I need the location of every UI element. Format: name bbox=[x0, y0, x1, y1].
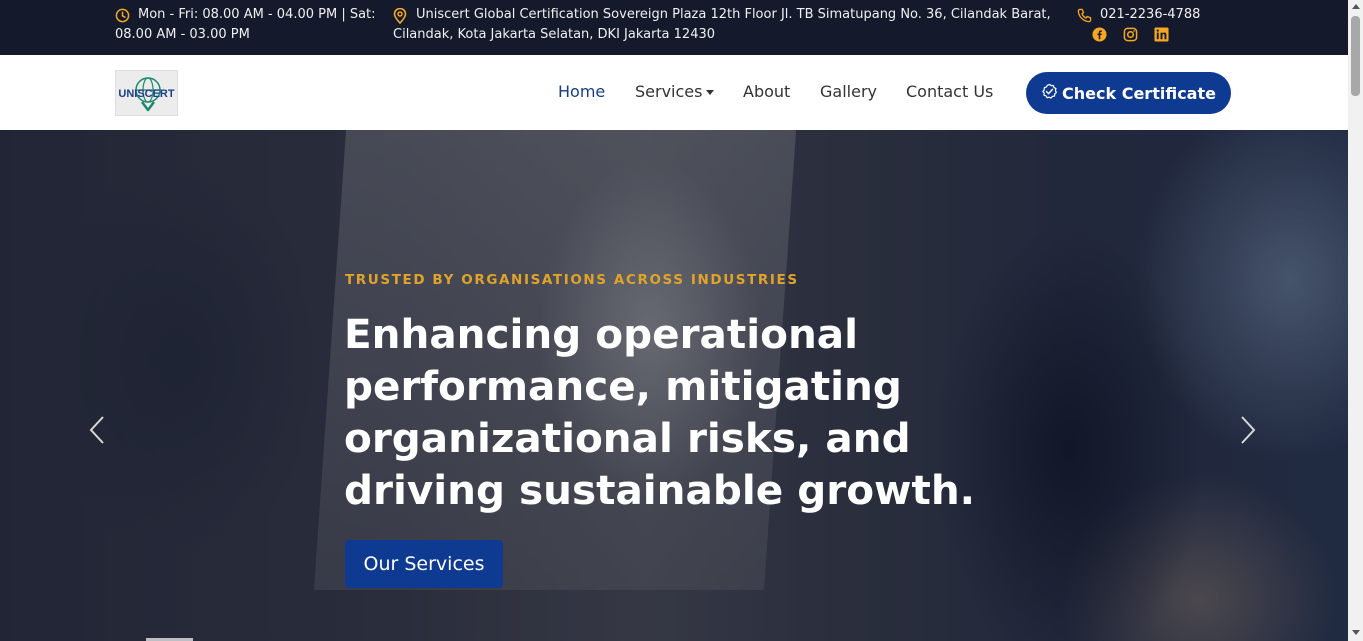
hero-eyebrow: TRUSTED BY ORGANISATIONS ACROSS INDUSTRI… bbox=[345, 272, 799, 288]
page-scrollbar[interactable] bbox=[1348, 0, 1363, 641]
map-pin-icon bbox=[393, 7, 407, 31]
scroll-thumb[interactable] bbox=[1351, 16, 1360, 96]
scroll-down-icon[interactable] bbox=[1352, 630, 1360, 635]
hero-carousel: TRUSTED BY ORGANISATIONS ACROSS INDUSTRI… bbox=[0, 130, 1348, 641]
business-hours: Mon - Fri: 08.00 AM - 04.00 PM | Sat: 08… bbox=[115, 5, 385, 45]
main-navbar: UNISCERT Home Services About Gallery Con… bbox=[0, 55, 1348, 130]
phone-icon bbox=[1077, 8, 1092, 30]
nav-services[interactable]: Services bbox=[635, 82, 715, 101]
facebook-icon[interactable] bbox=[1092, 27, 1107, 42]
our-services-button[interactable]: Our Services bbox=[345, 540, 503, 588]
check-circle-icon bbox=[1041, 83, 1058, 104]
top-info-bar: Mon - Fri: 08.00 AM - 04.00 PM | Sat: 08… bbox=[0, 0, 1348, 55]
linkedin-icon[interactable] bbox=[1154, 27, 1169, 42]
nav-services-label: Services bbox=[635, 82, 703, 101]
logo-text: UNISCERT bbox=[118, 88, 175, 100]
check-certificate-label: Check Certificate bbox=[1062, 83, 1216, 103]
business-hours-text: Mon - Fri: 08.00 AM - 04.00 PM | Sat: 08… bbox=[115, 7, 376, 42]
hero-title: Enhancing operational performance, mitig… bbox=[344, 310, 976, 514]
nav-contact-us[interactable]: Contact Us bbox=[906, 82, 993, 101]
carousel-prev-icon[interactable] bbox=[88, 415, 108, 449]
nav-about[interactable]: About bbox=[743, 82, 790, 101]
phone-text: 021-2236-4788 bbox=[1100, 7, 1201, 22]
check-certificate-button[interactable]: Check Certificate bbox=[1026, 72, 1231, 114]
scroll-up-icon[interactable] bbox=[1352, 4, 1360, 9]
instagram-icon[interactable] bbox=[1123, 27, 1138, 42]
caret-down-icon bbox=[706, 90, 715, 95]
office-address-text: Uniscert Global Certification Sovereign … bbox=[393, 7, 1051, 42]
office-address: Uniscert Global Certification Sovereign … bbox=[393, 5, 1065, 45]
nav-home[interactable]: Home bbox=[558, 82, 605, 101]
clock-icon bbox=[115, 8, 130, 30]
nav-gallery[interactable]: Gallery bbox=[820, 82, 877, 101]
social-links bbox=[1092, 27, 1169, 42]
uniscert-logo[interactable]: UNISCERT bbox=[115, 70, 178, 116]
carousel-next-icon[interactable] bbox=[1237, 415, 1257, 449]
